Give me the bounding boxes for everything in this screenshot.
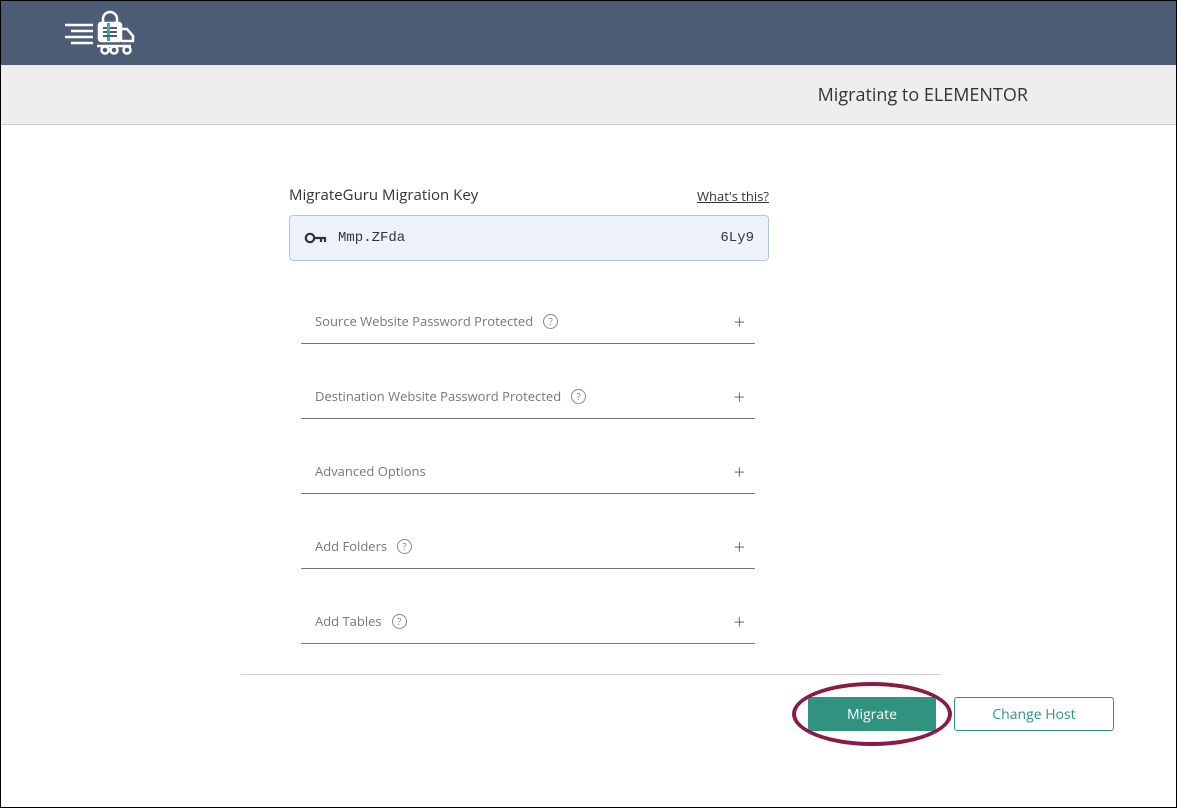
section-advanced-options[interactable]: Advanced Options + (301, 449, 755, 494)
migration-key-value-end: 6Ly9 (720, 230, 754, 246)
migration-key-input[interactable]: Mmp.ZFda 6Ly9 (289, 215, 769, 261)
change-host-button[interactable]: Change Host (954, 697, 1114, 731)
help-icon[interactable]: ? (543, 314, 558, 329)
section-label: Add Tables (315, 612, 382, 630)
section-label: Advanced Options (315, 462, 426, 480)
section-add-folders[interactable]: Add Folders ? + (301, 524, 755, 569)
footer-actions: Migrate Change Host (1, 697, 1176, 731)
section-label: Add Folders (315, 537, 387, 555)
expand-plus-icon: + (734, 533, 745, 560)
migration-key-label: MigrateGuru Migration Key (289, 185, 478, 205)
logo-truck-icon (31, 10, 137, 56)
help-icon[interactable]: ? (397, 539, 412, 554)
expandable-sections: Source Website Password Protected ? + De… (301, 299, 755, 644)
section-source-password[interactable]: Source Website Password Protected ? + (301, 299, 755, 344)
content-area: MigrateGuru Migration Key What's this? M… (1, 125, 1176, 731)
help-icon[interactable]: ? (392, 614, 407, 629)
section-destination-password[interactable]: Destination Website Password Protected ?… (301, 374, 755, 419)
migration-key-value-start: Mmp.ZFda (338, 230, 405, 246)
whats-this-link[interactable]: What's this? (697, 187, 769, 205)
expand-plus-icon: + (734, 458, 745, 485)
expand-plus-icon: + (734, 608, 745, 635)
section-label: Destination Website Password Protected (315, 387, 561, 405)
key-icon (304, 231, 328, 245)
help-icon[interactable]: ? (571, 389, 586, 404)
subheader-bar: Migrating to ELEMENTOR (1, 65, 1176, 125)
top-navbar (1, 1, 1176, 65)
migrate-button[interactable]: Migrate (808, 697, 936, 731)
subheader-title: Migrating to ELEMENTOR (818, 83, 1028, 107)
expand-plus-icon: + (734, 308, 745, 335)
expand-plus-icon: + (734, 383, 745, 410)
section-label: Source Website Password Protected (315, 312, 533, 330)
section-add-tables[interactable]: Add Tables ? + (301, 599, 755, 644)
footer-divider (241, 674, 941, 675)
